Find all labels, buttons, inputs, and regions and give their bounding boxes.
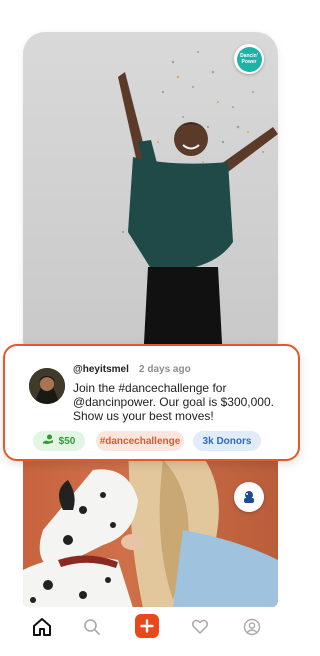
org-badge-dog-charity[interactable] — [234, 482, 264, 512]
donation-tag[interactable]: $50 — [33, 431, 85, 451]
bottom-nav — [0, 607, 304, 656]
post-info-card[interactable]: @heyitsmel 2 days ago Join the #dancecha… — [3, 344, 300, 461]
profile-icon[interactable] — [240, 615, 264, 639]
home-icon[interactable] — [30, 615, 54, 639]
post-image-bottom[interactable] — [23, 450, 278, 608]
post-image-top[interactable] — [23, 32, 278, 362]
donors-tag[interactable]: 3k Donors — [193, 431, 261, 451]
dancinpower-logo-icon: Dancin' Power — [236, 46, 262, 72]
add-icon[interactable] — [135, 614, 159, 638]
org-badge-dancinpower[interactable]: Dancin' Power — [234, 44, 264, 74]
post-caption: Join the #dancechallenge for @dancinpowe… — [73, 381, 274, 423]
timestamp: 2 days ago — [139, 364, 191, 375]
dog-charity-logo-icon — [236, 484, 262, 510]
donation-amount: $50 — [58, 435, 76, 447]
woman-dog-photo — [23, 450, 278, 608]
badge-text-2: Power — [241, 59, 257, 65]
avatar[interactable] — [29, 368, 65, 404]
username[interactable]: @heyitsmel — [73, 364, 129, 375]
heart-icon[interactable] — [188, 615, 212, 639]
hand-money-icon — [42, 434, 54, 448]
search-icon[interactable] — [80, 615, 104, 639]
dancer-photo — [118, 51, 278, 362]
hashtag-tag[interactable]: #dancechallenge — [96, 431, 184, 451]
